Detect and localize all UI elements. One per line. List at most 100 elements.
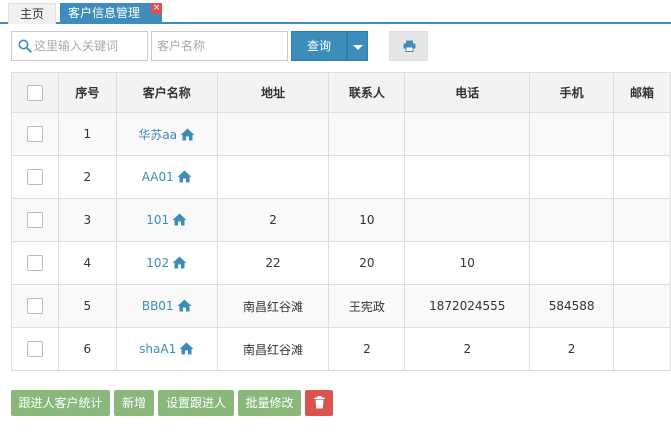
cell-mobile: 2 [529, 327, 615, 371]
cell-contact: 2 [328, 327, 406, 371]
cell-mobile [529, 112, 615, 156]
cell-phone: 10 [404, 241, 531, 285]
header-email[interactable]: 邮箱 [613, 72, 671, 113]
header-phone[interactable]: 电话 [404, 72, 531, 113]
trash-icon [314, 396, 324, 409]
cell-mobile: 584588 [529, 284, 615, 328]
tab-customer-info-label: 客户信息管理 [68, 6, 141, 20]
cell-address [216, 112, 330, 156]
cell-phone [404, 155, 531, 199]
cell-name: shaA1 [115, 327, 218, 371]
customer-name-link[interactable]: BB01 [142, 299, 174, 313]
header-address[interactable]: 地址 [216, 72, 330, 113]
customer-name-link[interactable]: 101 [146, 213, 169, 227]
row-select-cell [11, 112, 59, 156]
row-checkbox[interactable] [26, 126, 43, 142]
home-icon[interactable] [177, 299, 192, 312]
tab-customer-info[interactable]: 客户信息管理 × [60, 3, 162, 24]
print-button[interactable] [389, 31, 428, 61]
cell-contact: 王宪政 [328, 284, 406, 328]
cell-address [216, 155, 330, 199]
row-select-cell [11, 241, 59, 285]
cell-contact [328, 112, 406, 156]
customer-table: 序号 客户名称 地址 联系人 电话 手机 邮箱 1 华苏aa 2 AA01 3 … [11, 72, 671, 371]
customer-name-link[interactable]: 华苏aa [138, 128, 177, 142]
cell-address: 2 [216, 198, 330, 242]
table-row[interactable]: 5 BB01 南昌红谷滩 王宪政 1872024555 584588 [11, 284, 671, 328]
home-icon[interactable] [172, 256, 187, 269]
header-name[interactable]: 客户名称 [115, 72, 218, 113]
row-checkbox[interactable] [26, 255, 43, 271]
keyword-search-box [11, 31, 148, 61]
row-checkbox[interactable] [26, 341, 43, 357]
header-mobile[interactable]: 手机 [529, 72, 615, 113]
cell-name: AA01 [115, 155, 218, 199]
cell-email [613, 241, 671, 285]
row-select-cell [11, 198, 59, 242]
cell-email [613, 155, 671, 199]
cell-address: 南昌红谷滩 [216, 327, 330, 371]
table-row[interactable]: 6 shaA1 南昌红谷滩 2 2 2 [11, 327, 671, 371]
table-row[interactable]: 1 华苏aa [11, 112, 671, 156]
cell-email [613, 198, 671, 242]
delete-button[interactable] [305, 390, 333, 416]
cell-contact [328, 155, 406, 199]
home-icon[interactable] [172, 213, 187, 226]
cell-name: 华苏aa [115, 112, 218, 156]
search-icon [18, 39, 32, 53]
cell-mobile [529, 198, 615, 242]
select-all-checkbox[interactable] [26, 84, 43, 101]
cell-seq: 4 [57, 241, 117, 285]
row-select-cell [11, 284, 59, 328]
customer-name-input[interactable] [151, 31, 288, 61]
cell-seq: 1 [57, 112, 117, 156]
row-checkbox[interactable] [26, 169, 43, 185]
home-icon[interactable] [177, 170, 192, 183]
cell-address: 22 [216, 241, 330, 285]
batch-edit-button[interactable]: 批量修改 [238, 390, 301, 416]
cell-phone: 2 [404, 327, 531, 371]
tab-close-icon[interactable]: × [151, 3, 162, 14]
cell-phone [404, 198, 531, 242]
customer-name-link[interactable]: 102 [146, 256, 169, 270]
query-dropdown-toggle[interactable] [347, 31, 368, 61]
follower-stats-button[interactable]: 跟进人客户统计 [11, 390, 110, 416]
cell-name: BB01 [115, 284, 218, 328]
print-icon [403, 40, 416, 52]
table-row[interactable]: 2 AA01 [11, 155, 671, 199]
row-checkbox[interactable] [26, 212, 43, 228]
cell-phone: 1872024555 [404, 284, 531, 328]
cell-email [613, 284, 671, 328]
cell-seq: 6 [57, 327, 117, 371]
tab-home[interactable]: 主页 [8, 3, 56, 24]
cell-name: 102 [115, 241, 218, 285]
customer-name-link[interactable]: AA01 [142, 170, 174, 184]
row-checkbox[interactable] [26, 298, 43, 314]
select-all-cell [11, 72, 59, 113]
cell-seq: 2 [57, 155, 117, 199]
table-row[interactable]: 3 101 2 10 [11, 198, 671, 242]
customer-name-link[interactable]: shaA1 [139, 342, 176, 356]
cell-seq: 5 [57, 284, 117, 328]
chevron-down-icon [353, 45, 363, 50]
row-select-cell [11, 155, 59, 199]
row-select-cell [11, 327, 59, 371]
cell-phone [404, 112, 531, 156]
header-contact[interactable]: 联系人 [328, 72, 406, 113]
cell-name: 101 [115, 198, 218, 242]
cell-seq: 3 [57, 198, 117, 242]
home-icon[interactable] [180, 128, 195, 141]
cell-mobile [529, 241, 615, 285]
table-row[interactable]: 4 102 22 20 10 [11, 241, 671, 285]
tab-bar: 主页 客户信息管理 × [0, 0, 671, 24]
query-button[interactable]: 查询 [291, 31, 347, 61]
cell-contact: 10 [328, 198, 406, 242]
header-seq: 序号 [57, 72, 117, 113]
cell-email [613, 112, 671, 156]
add-button[interactable]: 新增 [114, 390, 154, 416]
keyword-search-input[interactable] [34, 32, 146, 60]
home-icon[interactable] [179, 342, 194, 355]
cell-contact: 20 [328, 241, 406, 285]
cell-email [613, 327, 671, 371]
set-follower-button[interactable]: 设置跟进人 [158, 390, 234, 416]
